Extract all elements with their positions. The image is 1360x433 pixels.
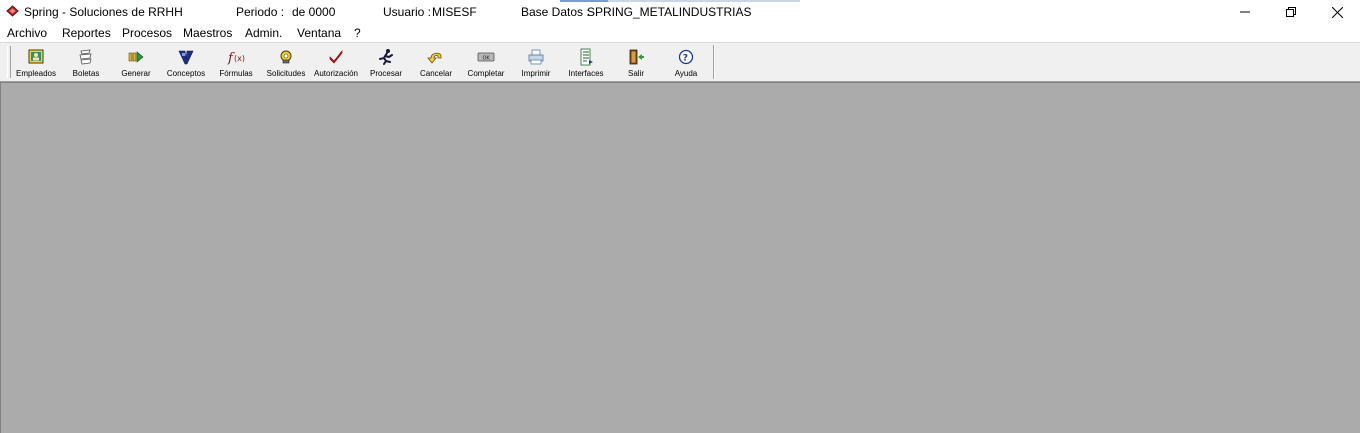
close-icon bbox=[1331, 6, 1343, 18]
spring-logo-icon bbox=[6, 5, 19, 17]
undo-arrow-icon bbox=[427, 52, 442, 64]
document-list-icon bbox=[580, 48, 593, 66]
printer-icon bbox=[528, 49, 544, 65]
svg-text:(x): (x) bbox=[234, 54, 245, 63]
menu-ventana[interactable]: Ventana bbox=[297, 25, 341, 41]
generate-icon bbox=[128, 51, 144, 63]
svg-text:OK: OK bbox=[483, 56, 491, 62]
restore-icon bbox=[1286, 7, 1296, 17]
procesar-button[interactable]: Procesar bbox=[361, 45, 411, 81]
solicitudes-button[interactable]: Solicitudes bbox=[261, 45, 311, 81]
toolbar-end-divider bbox=[713, 45, 715, 79]
svg-text:?: ? bbox=[683, 54, 688, 64]
menu-archivo[interactable]: Archivo bbox=[7, 25, 47, 41]
autorizacion-button[interactable]: Autorización bbox=[311, 45, 361, 81]
payslip-icon bbox=[79, 49, 92, 65]
title-accent-bar-dark bbox=[560, 0, 608, 2]
title-bar[interactable]: Spring - Soluciones de RRHH Periodo : de… bbox=[0, 0, 1360, 24]
menu-bar: Archivo Reportes Procesos Maestros Admin… bbox=[0, 24, 1360, 42]
main-toolbar: Empleados Boletas Generar Conceptos f (x… bbox=[0, 43, 1360, 81]
conceptos-button[interactable]: Conceptos bbox=[161, 45, 211, 81]
formulas-button[interactable]: f (x) Fórmulas bbox=[211, 45, 261, 81]
help-icon: ? bbox=[678, 49, 694, 65]
menu-help[interactable]: ? bbox=[354, 25, 361, 41]
ayuda-button[interactable]: ? Ayuda bbox=[661, 45, 711, 81]
minimize-icon bbox=[1240, 11, 1250, 13]
menu-admin[interactable]: Admin. bbox=[245, 25, 282, 41]
app-title: Spring - Soluciones de RRHH bbox=[24, 5, 183, 19]
formula-icon: f (x) bbox=[227, 51, 245, 66]
generar-button[interactable]: Generar bbox=[111, 45, 161, 81]
menu-reportes[interactable]: Reportes bbox=[62, 25, 111, 41]
exit-door-icon bbox=[629, 49, 644, 65]
ok-key-icon: OK bbox=[477, 52, 495, 62]
minimize-button[interactable] bbox=[1222, 0, 1268, 24]
ayuda-label: Ayuda bbox=[674, 69, 698, 78]
employees-icon bbox=[28, 49, 44, 64]
concepts-icon bbox=[178, 50, 194, 65]
close-button[interactable] bbox=[1314, 0, 1360, 24]
usuario-label: Usuario : bbox=[383, 5, 432, 19]
cancelar-button[interactable]: Cancelar bbox=[411, 45, 461, 81]
completar-button[interactable]: OK Completar bbox=[461, 45, 511, 81]
usuario-value: MISESF bbox=[432, 5, 477, 19]
mdi-workspace[interactable] bbox=[0, 83, 1360, 433]
salir-button[interactable]: Salir bbox=[611, 45, 661, 81]
interfaces-button[interactable]: Interfaces bbox=[561, 45, 611, 81]
empleados-button[interactable]: Empleados bbox=[11, 45, 61, 81]
base-datos-label: Base Datos : bbox=[521, 5, 590, 19]
checkmark-icon bbox=[329, 50, 343, 64]
menu-procesos[interactable]: Procesos bbox=[122, 25, 172, 41]
periodo-value: de 0000 bbox=[292, 5, 336, 19]
boletas-button[interactable]: Boletas bbox=[61, 45, 111, 81]
base-datos-value: SPRING_METALINDUSTRIAS bbox=[587, 5, 752, 19]
mdi-left-border bbox=[0, 83, 1, 433]
running-man-icon bbox=[379, 49, 393, 65]
imprimir-button[interactable]: Imprimir bbox=[511, 45, 561, 81]
restore-button[interactable] bbox=[1268, 0, 1314, 24]
requests-icon bbox=[280, 50, 292, 64]
periodo-label: Periodo : bbox=[236, 5, 285, 19]
menu-maestros[interactable]: Maestros bbox=[183, 25, 232, 41]
